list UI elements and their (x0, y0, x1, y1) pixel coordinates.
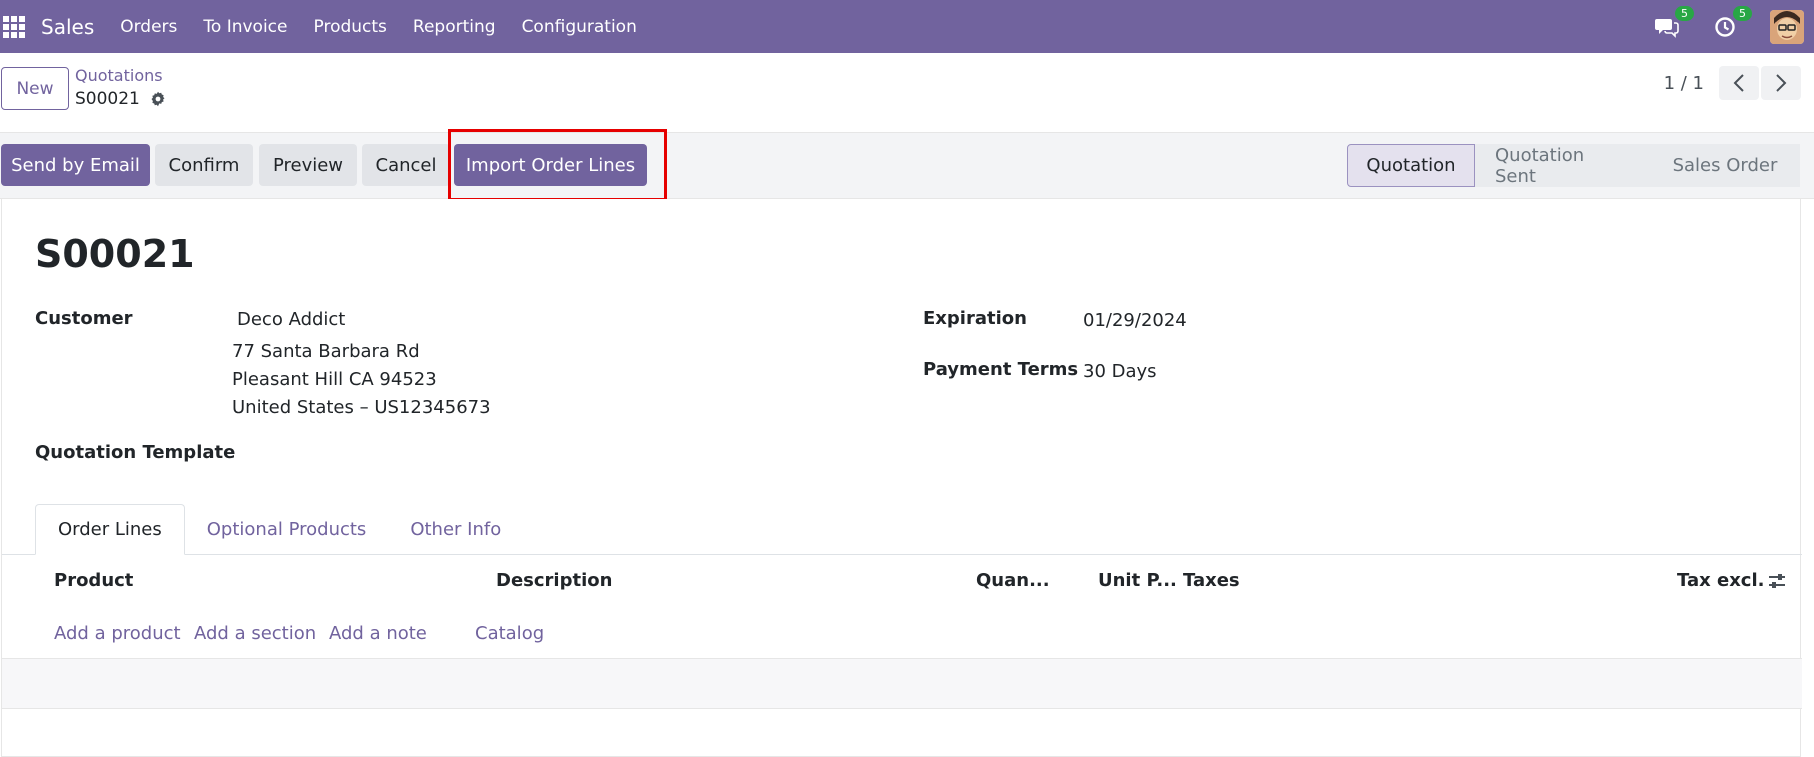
status-bar: Quotation Quotation Sent Sales Order (1347, 144, 1800, 187)
notebook-tabs: Order Lines Optional Products Other Info (35, 504, 523, 555)
customer-label: Customer (35, 308, 133, 329)
menu-to-invoice[interactable]: To Invoice (203, 17, 287, 37)
preview-button[interactable]: Preview (259, 144, 357, 186)
highlight-annotation (448, 129, 667, 201)
status-sales-order[interactable]: Sales Order (1650, 144, 1800, 187)
new-button[interactable]: New (1, 67, 69, 110)
add-note-link[interactable]: Add a note (329, 623, 427, 644)
user-avatar[interactable] (1770, 9, 1804, 44)
customer-address-line3: United States – US12345673 (232, 397, 491, 418)
cancel-button[interactable]: Cancel (362, 144, 450, 186)
quotation-template-label: Quotation Template (35, 442, 236, 463)
catalog-link[interactable]: Catalog (475, 623, 544, 644)
tab-optional-products[interactable]: Optional Products (185, 504, 389, 555)
status-quotation[interactable]: Quotation (1347, 144, 1475, 187)
expiration-field[interactable]: 01/29/2024 (1083, 310, 1187, 331)
menu-products[interactable]: Products (314, 17, 387, 37)
menu-orders[interactable]: Orders (120, 17, 177, 37)
column-taxes[interactable]: Taxes (1183, 570, 1240, 591)
breadcrumb-current-label: S00021 (75, 89, 140, 109)
app-brand[interactable]: Sales (41, 15, 94, 39)
action-bar: Send by Email Confirm Preview Cancel Imp… (0, 133, 1814, 199)
menu-configuration[interactable]: Configuration (522, 17, 637, 37)
chevron-right-icon (1776, 74, 1787, 92)
column-quantity[interactable]: Quan... (976, 570, 1050, 591)
customer-address-line1: 77 Santa Barbara Rd (232, 341, 420, 362)
add-section-link[interactable]: Add a section (194, 623, 316, 644)
gear-icon[interactable] (150, 91, 166, 107)
pager-previous-button[interactable] (1719, 66, 1759, 100)
table-empty-row (2, 658, 1802, 709)
tab-other-info[interactable]: Other Info (388, 504, 523, 555)
menu-reporting[interactable]: Reporting (413, 17, 496, 37)
column-unit-price[interactable]: Unit P... (1098, 570, 1177, 591)
column-description[interactable]: Description (496, 570, 612, 591)
column-product[interactable]: Product (54, 570, 133, 591)
avatar-face-icon (1770, 9, 1804, 44)
optional-columns-icon[interactable] (1767, 571, 1787, 591)
messages-button[interactable]: 5 (1654, 5, 1694, 40)
column-tax-excl[interactable]: Tax excl. (1677, 570, 1764, 591)
activities-button[interactable]: 5 (1712, 5, 1752, 40)
messages-badge: 5 (1675, 5, 1694, 21)
payment-terms-field[interactable]: 30 Days (1083, 361, 1157, 382)
chat-icon (1655, 18, 1679, 38)
add-product-link[interactable]: Add a product (54, 623, 181, 644)
breadcrumb-current: S00021 (75, 89, 166, 109)
control-panel: New Quotations S00021 1 / 1 (0, 53, 1814, 133)
clock-icon (1715, 16, 1735, 37)
status-quotation-sent[interactable]: Quotation Sent (1475, 144, 1650, 187)
top-navbar: Sales Orders To Invoice Products Reporti… (0, 0, 1814, 53)
breadcrumb-quotations[interactable]: Quotations (75, 66, 163, 85)
apps-menu-icon[interactable] (3, 15, 25, 38)
tab-order-lines[interactable]: Order Lines (35, 504, 185, 555)
customer-field[interactable]: Deco Addict (237, 309, 345, 330)
confirm-button[interactable]: Confirm (155, 144, 253, 186)
activities-badge: 5 (1733, 5, 1752, 21)
expiration-label: Expiration (923, 308, 1027, 329)
customer-address-line2: Pleasant Hill CA 94523 (232, 369, 437, 390)
order-name: S00021 (35, 232, 195, 276)
payment-terms-label: Payment Terms (923, 359, 1079, 380)
pager-value[interactable]: 1 / 1 (1664, 73, 1704, 94)
chevron-left-icon (1733, 74, 1744, 92)
pager-next-button[interactable] (1761, 66, 1801, 100)
form-sheet: S00021 Customer Deco Addict 77 Santa Bar… (1, 199, 1802, 757)
send-by-email-button[interactable]: Send by Email (1, 144, 150, 186)
